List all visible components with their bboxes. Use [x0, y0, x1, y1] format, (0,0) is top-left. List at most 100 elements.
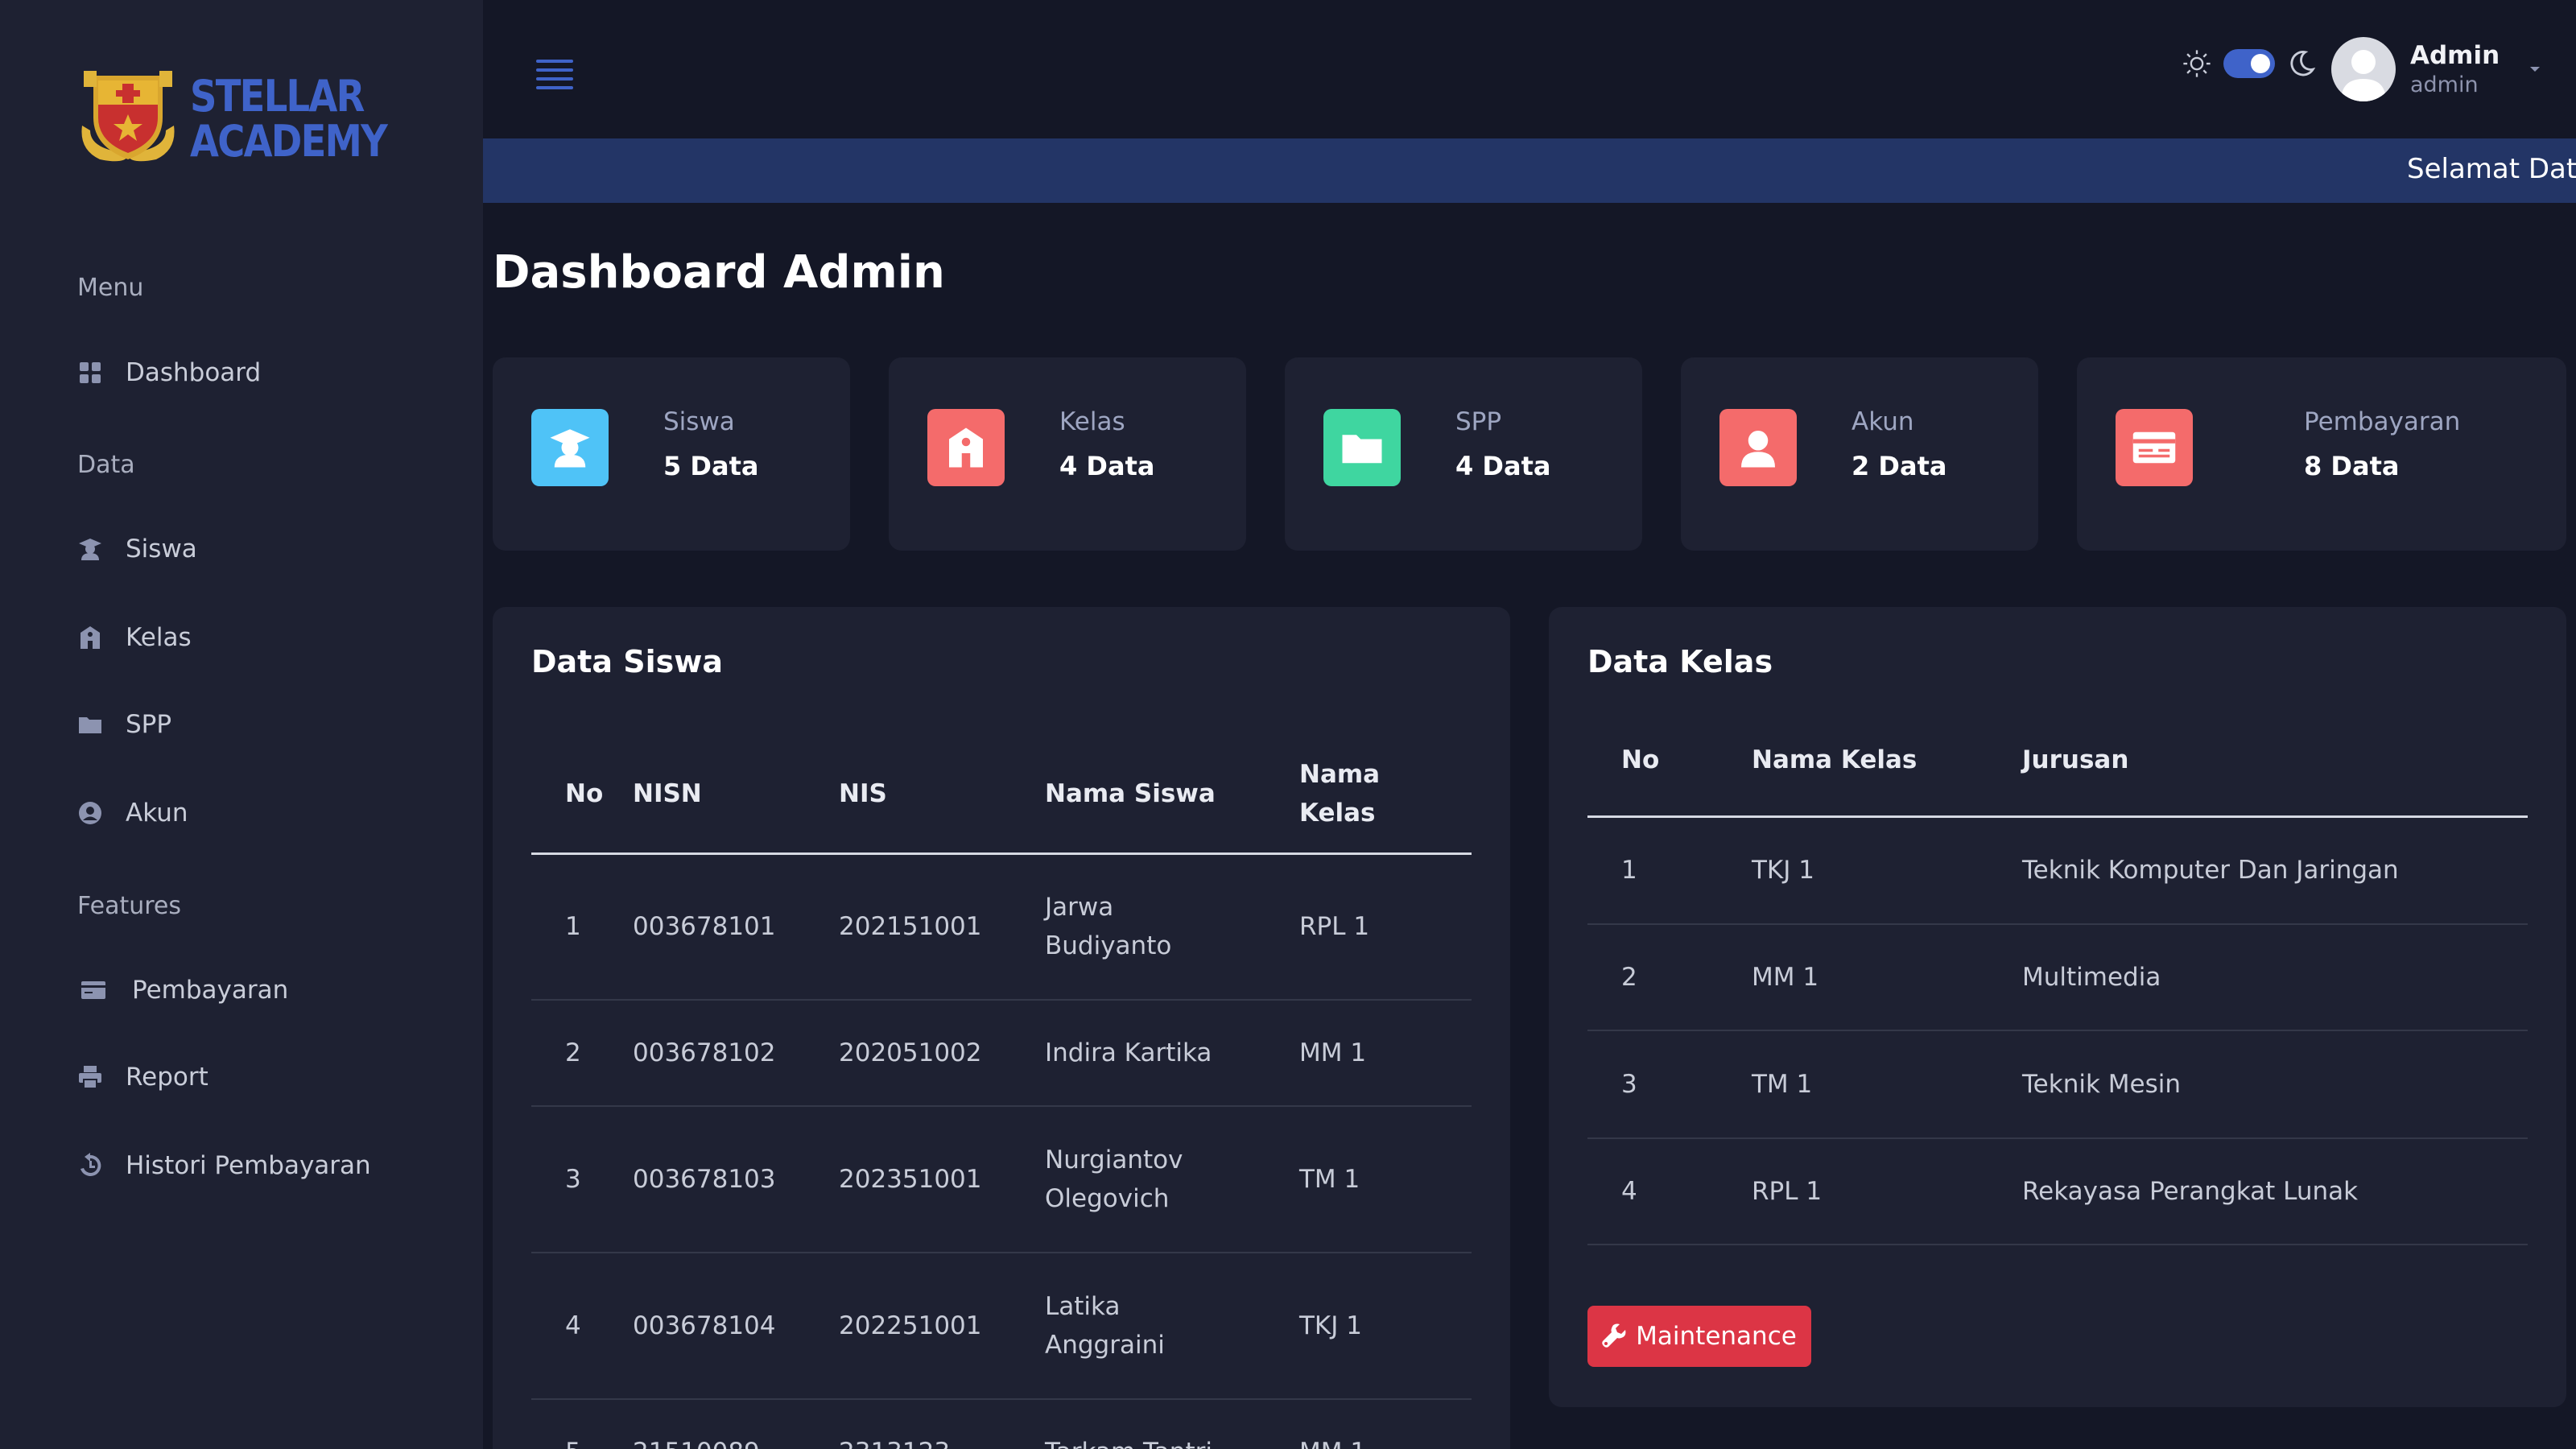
- sidebar-item-histori-pembayaran[interactable]: Histori Pembayaran: [76, 1145, 371, 1187]
- user-circle-icon: [76, 799, 105, 828]
- sidebar-item-label: Dashboard: [126, 358, 262, 387]
- user-role: admin: [2410, 72, 2479, 97]
- table-cell: 202251001: [839, 1311, 982, 1340]
- table-row: 5 21510089 2313123 Tarkam Tantri MM 1: [531, 1399, 1472, 1449]
- table-header-row: No NISN NIS Nama Siswa Nama Kelas: [531, 736, 1472, 853]
- stat-card-pembayaran[interactable]: Pembayaran 8 Data: [2077, 357, 2566, 551]
- table-cell: TKJ 1: [1299, 1311, 1362, 1340]
- table-cell: 2: [565, 1038, 581, 1067]
- table-cell: TM 1: [1752, 1070, 1813, 1099]
- menu-heading-data: Data: [77, 451, 135, 479]
- panel-title: Data Siswa: [531, 644, 723, 679]
- table-cell: MM 1: [1299, 1399, 1472, 1449]
- wrench-icon: [1602, 1323, 1626, 1348]
- sidebar-item-label: Pembayaran: [132, 976, 289, 1005]
- sidebar-item-spp[interactable]: SPP: [76, 704, 171, 745]
- welcome-text: Selamat Datang: [2407, 153, 2576, 185]
- stat-label: SPP: [1455, 407, 1502, 436]
- theme-switch[interactable]: [2223, 49, 2275, 78]
- user-icon: [1719, 409, 1797, 486]
- table-row: 1 TKJ 1 Teknik Komputer Dan Jaringan: [1587, 816, 2528, 924]
- table-cell: RPL 1: [1299, 912, 1370, 942]
- table-cell: Tarkam Tantri: [1045, 1399, 1299, 1449]
- table-header-row: No Nama Kelas Jurusan: [1587, 736, 2528, 816]
- sidebar-item-pembayaran[interactable]: Pembayaran: [76, 969, 288, 1011]
- data-siswa-table: No NISN NIS Nama Siswa Nama Kelas 1 0036…: [531, 736, 1472, 1449]
- sidebar-item-dashboard[interactable]: Dashboard: [76, 352, 261, 394]
- school-icon: [76, 623, 105, 652]
- payment-card-icon: [76, 976, 111, 1005]
- table-cell: TKJ 1: [1752, 856, 1814, 886]
- table-cell: 3: [565, 1165, 581, 1194]
- table-cell: TM 1: [1299, 1165, 1360, 1194]
- table-cell: 003678102: [633, 1038, 776, 1067]
- column-header: NIS: [839, 779, 887, 809]
- table-cell: Teknik Komputer Dan Jaringan: [2022, 856, 2399, 886]
- sidebar-item-label: Kelas: [126, 623, 192, 652]
- menu-heading-menu: Menu: [77, 274, 144, 302]
- table-cell: 202051002: [839, 1038, 982, 1067]
- table-row: 2 MM 1 Multimedia: [1587, 924, 2528, 1030]
- dashboard-icon: [76, 358, 105, 387]
- stat-value: 4 Data: [1059, 451, 1155, 481]
- chevron-down-icon: [2530, 67, 2541, 72]
- history-icon: [76, 1151, 105, 1180]
- table-cell: 003678101: [633, 912, 776, 942]
- table-cell: Teknik Mesin: [2022, 1070, 2181, 1099]
- student-icon: [76, 535, 105, 564]
- table-cell: 1: [1621, 856, 1637, 886]
- table-cell: RPL 1: [1752, 1177, 1823, 1206]
- stat-label: Kelas: [1059, 407, 1125, 436]
- sidebar-item-akun[interactable]: Akun: [76, 792, 188, 834]
- column-header: Nama Siswa: [1045, 779, 1216, 809]
- user-name: Admin: [2410, 41, 2500, 70]
- sidebar-item-report[interactable]: Report: [76, 1056, 208, 1098]
- column-header: Nama Kelas: [1299, 760, 1381, 828]
- brand-logo[interactable]: STELLAR ACADEMY: [76, 69, 419, 169]
- sidebar-item-kelas[interactable]: Kelas: [76, 617, 192, 658]
- brand-line-1: STELLAR: [190, 71, 365, 122]
- payment-card-icon: [2116, 409, 2193, 486]
- stat-card-akun[interactable]: Akun 2 Data: [1681, 357, 2038, 551]
- table-cell: 3: [1621, 1070, 1637, 1099]
- column-header: NISN: [633, 779, 702, 809]
- stat-card-siswa[interactable]: Siswa 5 Data: [493, 357, 850, 551]
- table-cell: 003678104: [633, 1311, 776, 1340]
- table-cell: 2313123: [839, 1399, 1045, 1449]
- table-cell: 21510089: [633, 1399, 839, 1449]
- table-cell: 2: [1621, 963, 1637, 992]
- table-row: 4 003678104 202251001 Latika Anggraini T…: [531, 1253, 1472, 1399]
- data-kelas-panel: Data Kelas No Nama Kelas Jurusan 1 TKJ 1…: [1549, 607, 2566, 1407]
- stat-value: 4 Data: [1455, 451, 1551, 481]
- user-avatar-icon: [2341, 50, 2386, 101]
- sidebar: STELLAR ACADEMY Menu Dashboard Data Sisw…: [0, 0, 483, 1449]
- table-cell: 4: [1621, 1177, 1637, 1206]
- sidebar-item-siswa[interactable]: Siswa: [76, 528, 197, 570]
- stat-label: Akun: [1852, 407, 1914, 436]
- table-cell: 202151001: [839, 912, 982, 942]
- topbar: Admin admin: [483, 0, 2576, 138]
- avatar: [2331, 37, 2396, 101]
- table-cell: Rekayasa Perangkat Lunak: [2022, 1177, 2359, 1206]
- student-icon: [531, 409, 609, 486]
- brand-name: STELLAR ACADEMY: [190, 71, 388, 164]
- theme-toggle[interactable]: [2182, 48, 2317, 79]
- table-row: 2 003678102 202051002 Indira Kartika MM …: [531, 1000, 1472, 1106]
- stat-card-spp[interactable]: SPP 4 Data: [1285, 357, 1642, 551]
- stat-card-kelas[interactable]: Kelas 4 Data: [889, 357, 1246, 551]
- sidebar-item-label: Akun: [126, 799, 188, 828]
- crest-logo-icon: [81, 71, 175, 162]
- data-kelas-table: No Nama Kelas Jurusan 1 TKJ 1 Teknik Kom…: [1587, 736, 2528, 1245]
- table-cell: 202351001: [839, 1165, 982, 1194]
- moon-icon: [2290, 51, 2316, 76]
- table-cell: Indira Kartika: [1045, 1038, 1212, 1067]
- printer-icon: [76, 1063, 105, 1092]
- maintenance-button[interactable]: Maintenance: [1587, 1306, 1811, 1367]
- menu-toggle-icon[interactable]: [536, 60, 573, 92]
- panel-title: Data Kelas: [1587, 644, 1773, 679]
- user-menu[interactable]: Admin admin: [2331, 37, 2543, 101]
- table-row: 1 003678101 202151001 Jarwa Budiyanto RP…: [531, 853, 1472, 1000]
- sun-icon: [2183, 50, 2211, 77]
- stat-value: 8 Data: [2304, 451, 2400, 481]
- table-cell: 1: [565, 912, 581, 942]
